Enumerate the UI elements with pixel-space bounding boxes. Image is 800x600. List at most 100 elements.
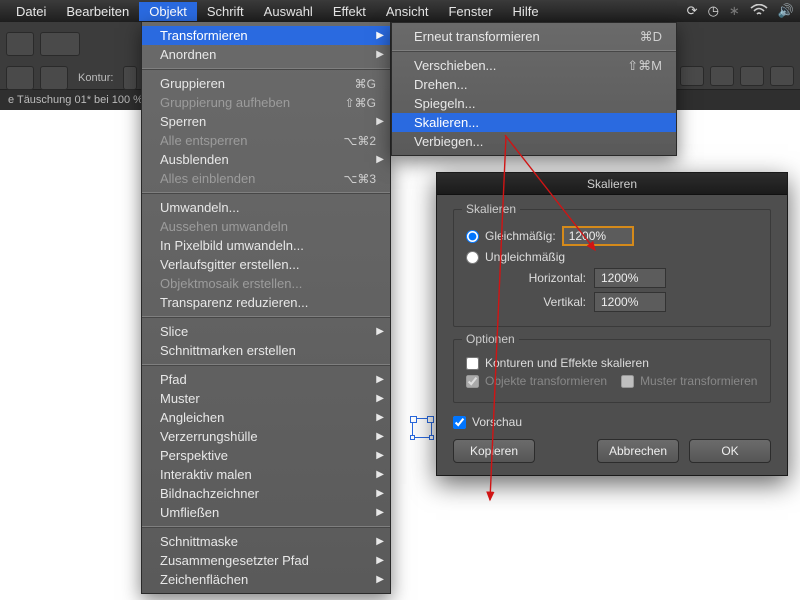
menu-item[interactable]: Umfließen▶: [142, 503, 390, 522]
toolbar-button[interactable]: [40, 32, 80, 56]
radio-nonuniform[interactable]: [466, 251, 479, 264]
menu-item-shortcut: ⇧⌘G: [345, 96, 376, 110]
uniform-field[interactable]: 1200%: [562, 226, 634, 246]
stroke-stepper-down[interactable]: [123, 66, 137, 90]
toolbar-button[interactable]: [6, 32, 34, 56]
menu-item[interactable]: Bildnachzeichner▶: [142, 484, 390, 503]
submenu-item[interactable]: Verschieben...⇧⌘M: [392, 56, 676, 75]
dialog-title: Skalieren: [437, 173, 787, 195]
submenu-item[interactable]: Erneut transformieren⌘D: [392, 27, 676, 46]
submenu-item[interactable]: Verbiegen...: [392, 132, 676, 151]
menu-item[interactable]: Zusammengesetzter Pfad▶: [142, 551, 390, 570]
ok-button[interactable]: OK: [689, 439, 771, 463]
menu-item-label: Verzerrungshülle: [160, 429, 376, 444]
submenu-arrow-icon: ▶: [376, 488, 384, 499]
checkbox-preview[interactable]: [453, 416, 466, 429]
submenu-item-label: Verbiegen...: [414, 134, 662, 149]
submenu-item-label: Spiegeln...: [414, 96, 662, 111]
bluetooth-icon[interactable]: ∗: [729, 3, 740, 19]
submenu-arrow-icon: ▶: [376, 49, 384, 60]
menu-item-label: Alles einblenden: [160, 171, 343, 186]
submenu-item-label: Erneut transformieren: [414, 29, 640, 44]
menu-schrift[interactable]: Schrift: [197, 2, 254, 21]
submenu-item[interactable]: Spiegeln...: [392, 94, 676, 113]
submenu-item[interactable]: Skalieren...: [392, 113, 676, 132]
menu-effekt[interactable]: Effekt: [323, 2, 376, 21]
menu-item-label: Alle entsperren: [160, 133, 343, 148]
menu-item-label: Angleichen: [160, 410, 376, 425]
menu-item[interactable]: Verzerrungshülle▶: [142, 427, 390, 446]
align-button[interactable]: [770, 66, 794, 86]
menu-objekt[interactable]: Objekt: [139, 2, 197, 21]
submenu-arrow-icon: ▶: [376, 116, 384, 127]
menu-item-label: Umfließen: [160, 505, 376, 520]
menu-item[interactable]: Anordnen▶: [142, 45, 390, 64]
vertical-field[interactable]: 1200%: [594, 292, 666, 312]
menu-item[interactable]: Umwandeln...: [142, 198, 390, 217]
menu-item-label: Sperren: [160, 114, 376, 129]
submenu-item-shortcut: ⌘D: [640, 29, 662, 45]
skalieren-dialog: Skalieren Skalieren Gleichmäßig: 1200% U…: [436, 172, 788, 476]
submenu-arrow-icon: ▶: [376, 393, 384, 404]
menu-item[interactable]: Schnittmarken erstellen: [142, 341, 390, 360]
menu-item[interactable]: Interaktiv malen▶: [142, 465, 390, 484]
menu-item-label: Ausblenden: [160, 152, 376, 167]
menu-bearbeiten[interactable]: Bearbeiten: [56, 2, 139, 21]
horizontal-field[interactable]: 1200%: [594, 268, 666, 288]
menu-item: Alles einblenden⌥⌘3: [142, 169, 390, 188]
menu-item: Alle entsperren⌥⌘2: [142, 131, 390, 150]
submenu-arrow-icon: ▶: [376, 507, 384, 518]
submenu-arrow-icon: ▶: [376, 431, 384, 442]
menu-item[interactable]: Sperren▶: [142, 112, 390, 131]
menu-item[interactable]: Slice▶: [142, 322, 390, 341]
menu-item[interactable]: Schnittmaske▶: [142, 532, 390, 551]
preview-label: Vorschau: [472, 415, 522, 429]
menu-item[interactable]: Gruppieren⌘G: [142, 74, 390, 93]
clock-icon[interactable]: ◷: [708, 3, 719, 19]
menu-item[interactable]: Zeichenflächen▶: [142, 570, 390, 589]
menu-item[interactable]: Verlaufsgitter erstellen...: [142, 255, 390, 274]
menu-fenster[interactable]: Fenster: [438, 2, 502, 21]
checkbox-scale-strokes[interactable]: [466, 357, 479, 370]
menu-item-label: Bildnachzeichner: [160, 486, 376, 501]
menu-item-shortcut: ⌥⌘3: [343, 172, 376, 186]
menu-item[interactable]: Angleichen▶: [142, 408, 390, 427]
volume-icon[interactable]: 🔊: [778, 3, 794, 19]
menu-ansicht[interactable]: Ansicht: [376, 2, 439, 21]
copy-button[interactable]: Kopieren: [453, 439, 535, 463]
selection-bounds[interactable]: [412, 418, 432, 438]
menu-auswahl[interactable]: Auswahl: [254, 2, 323, 21]
sync-icon[interactable]: ⟳: [687, 3, 698, 19]
menu-hilfe[interactable]: Hilfe: [503, 2, 549, 21]
menu-item[interactable]: Muster▶: [142, 389, 390, 408]
scale-strokes-label: Konturen und Effekte skalieren: [485, 356, 649, 370]
toolbar-button[interactable]: [6, 66, 34, 90]
menu-datei[interactable]: Datei: [6, 2, 56, 21]
align-button[interactable]: [680, 66, 704, 86]
wifi-icon[interactable]: [750, 4, 768, 19]
submenu-arrow-icon: ▶: [376, 450, 384, 461]
horizontal-label: Horizontal:: [466, 271, 586, 285]
radio-uniform[interactable]: [466, 230, 479, 243]
cancel-button[interactable]: Abbrechen: [597, 439, 679, 463]
menu-item[interactable]: Transparenz reduzieren...: [142, 293, 390, 312]
menu-item-label: Zusammengesetzter Pfad: [160, 553, 376, 568]
menu-item: Gruppierung aufheben⇧⌘G: [142, 93, 390, 112]
submenu-arrow-icon: ▶: [376, 574, 384, 585]
toolbar-button[interactable]: [40, 66, 68, 90]
menu-item[interactable]: Ausblenden▶: [142, 150, 390, 169]
menu-item-label: Transparenz reduzieren...: [160, 295, 376, 310]
menu-item-label: Anordnen: [160, 47, 376, 62]
submenu-arrow-icon: ▶: [376, 154, 384, 165]
menu-item-label: Transformieren: [160, 28, 376, 43]
menu-item[interactable]: Perspektive▶: [142, 446, 390, 465]
align-button[interactable]: [740, 66, 764, 86]
align-button[interactable]: [710, 66, 734, 86]
menu-item[interactable]: In Pixelbild umwandeln...: [142, 236, 390, 255]
menu-item-label: Verlaufsgitter erstellen...: [160, 257, 376, 272]
menu-item-label: Zeichenflächen: [160, 572, 376, 587]
menu-item[interactable]: Transformieren▶: [142, 26, 390, 45]
submenu-arrow-icon: ▶: [376, 555, 384, 566]
menu-item[interactable]: Pfad▶: [142, 370, 390, 389]
submenu-item[interactable]: Drehen...: [392, 75, 676, 94]
